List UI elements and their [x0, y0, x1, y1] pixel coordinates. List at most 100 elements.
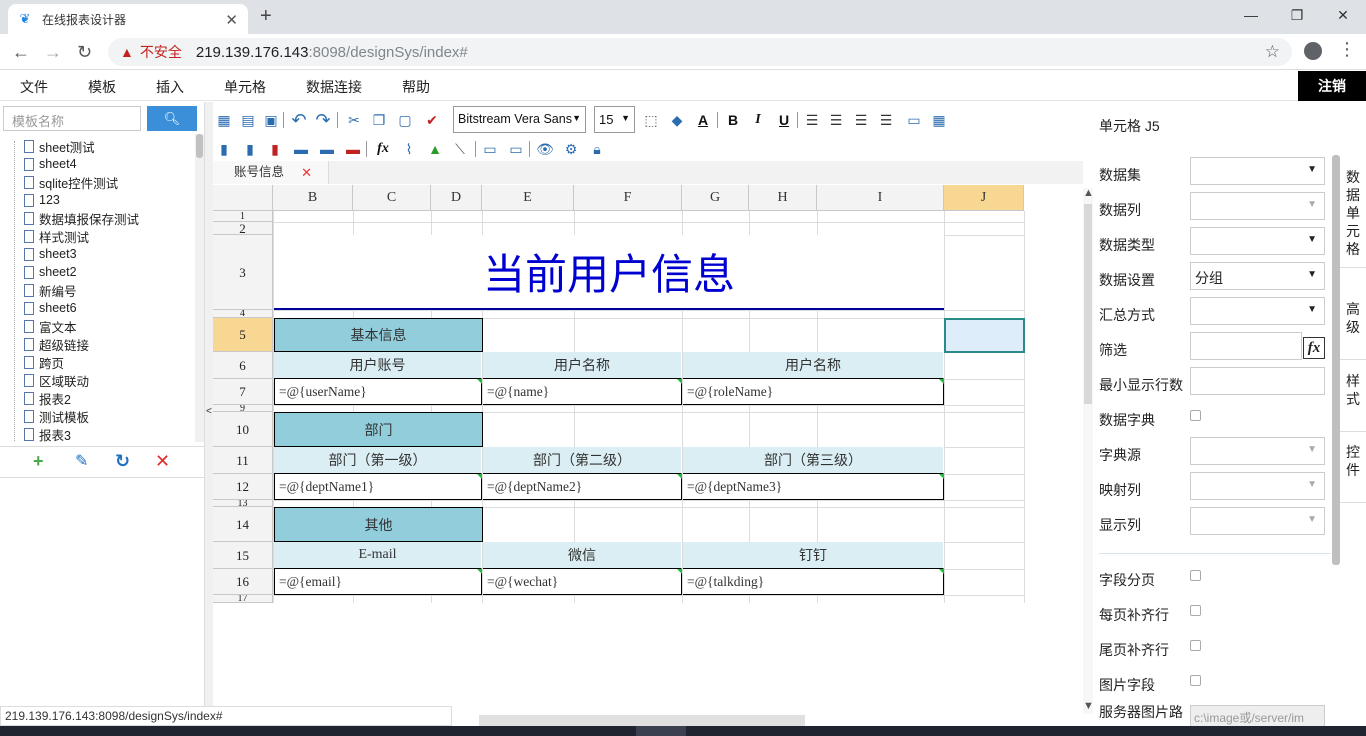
- field-expression[interactable]: =@{email}: [274, 569, 482, 595]
- panel-select[interactable]: ▼: [1190, 227, 1325, 255]
- bookmark-star-icon[interactable]: ☆: [1265, 42, 1280, 62]
- spreadsheet-grid[interactable]: B C D E F G H I J 1 2 3 4 5 6 7 9 10 11 12 13 14 15 16 17 当前用户信息基…: [213, 185, 1025, 603]
- tree-item[interactable]: 报表2: [24, 389, 71, 407]
- panel-tab-0[interactable]: 数据单元格: [1340, 168, 1366, 268]
- row-header[interactable]: 2: [213, 222, 273, 235]
- tree-scrollbar[interactable]: [195, 134, 204, 442]
- insert-row-icon[interactable]: ▬: [292, 140, 310, 158]
- row-header[interactable]: 13: [213, 500, 273, 507]
- collapse-icon[interactable]: <: [206, 406, 212, 417]
- filter-input[interactable]: [1190, 332, 1302, 360]
- row-header[interactable]: 12: [213, 474, 273, 500]
- row-header[interactable]: 14: [213, 507, 273, 542]
- align-right-icon[interactable]: ☰: [852, 111, 870, 129]
- tree-item[interactable]: sheet6: [24, 299, 77, 317]
- menu-template[interactable]: 模板: [88, 77, 116, 97]
- panel-select[interactable]: ▼: [1190, 297, 1325, 325]
- insert-row-below-icon[interactable]: ▬: [318, 140, 336, 158]
- redo-icon[interactable]: ↷: [314, 111, 332, 129]
- row-header[interactable]: 15: [213, 542, 273, 569]
- italic-icon[interactable]: I: [749, 111, 767, 129]
- sidebar-splitter[interactable]: <: [204, 102, 213, 714]
- section-header[interactable]: 部门: [274, 412, 483, 447]
- tree-item[interactable]: 样式测试: [24, 227, 89, 245]
- row-header[interactable]: 3: [213, 235, 273, 310]
- field-header[interactable]: 用户名称: [483, 352, 682, 379]
- close-tab-icon[interactable]: ✕: [225, 11, 238, 29]
- insert-table-icon[interactable]: ▦: [215, 111, 233, 129]
- field-header[interactable]: E-mail: [274, 542, 482, 569]
- delete-icon[interactable]: ✕: [155, 451, 170, 472]
- column-header[interactable]: C: [353, 185, 431, 211]
- align-left-icon[interactable]: ☰: [803, 111, 821, 129]
- paste-icon[interactable]: ▢: [396, 111, 414, 129]
- menu-help[interactable]: 帮助: [402, 77, 430, 97]
- field-expression[interactable]: =@{deptName3}: [683, 474, 944, 500]
- new-tab-icon[interactable]: +: [260, 5, 272, 28]
- tree-item[interactable]: 跨页: [24, 353, 64, 371]
- panel-tab-1[interactable]: 高级: [1340, 300, 1366, 360]
- minimize-icon[interactable]: —: [1228, 0, 1274, 30]
- field-header[interactable]: 微信: [483, 542, 682, 569]
- tree-item[interactable]: sheet3: [24, 245, 77, 263]
- menu-cell[interactable]: 单元格: [224, 77, 266, 97]
- field-header[interactable]: 部门（第二级）: [483, 447, 682, 474]
- panel-checkbox[interactable]: [1190, 605, 1201, 616]
- add-icon[interactable]: +: [33, 451, 44, 472]
- panel-select[interactable]: ▼: [1190, 507, 1325, 535]
- align-justify-icon[interactable]: ☰: [877, 111, 895, 129]
- undo-icon[interactable]: ↶: [290, 111, 308, 129]
- footer-icon[interactable]: ▭: [507, 140, 525, 158]
- format-painter-icon[interactable]: ✔: [423, 111, 441, 129]
- search-button[interactable]: 🔍︎: [147, 106, 197, 131]
- menu-data-connection[interactable]: 数据连接: [306, 77, 362, 97]
- font-size-select[interactable]: 15 ▼: [594, 106, 635, 133]
- panel-checkbox[interactable]: [1190, 675, 1201, 686]
- maximize-icon[interactable]: ❐: [1274, 0, 1320, 30]
- field-expression[interactable]: =@{deptName1}: [274, 474, 482, 500]
- fill-color-icon[interactable]: ◆: [668, 111, 686, 129]
- panel-select[interactable]: ▼: [1190, 437, 1325, 465]
- delete-col-icon[interactable]: ▮: [266, 140, 284, 158]
- panel-checkbox[interactable]: [1190, 570, 1201, 581]
- field-expression[interactable]: =@{talkding}: [683, 569, 944, 595]
- field-header[interactable]: 用户账号: [274, 352, 482, 379]
- grid-horizontal-scrollbar[interactable]: [479, 715, 805, 726]
- copy-icon[interactable]: ❐: [370, 111, 388, 129]
- row-header[interactable]: 16: [213, 569, 273, 595]
- column-header[interactable]: E: [482, 185, 574, 211]
- row-header[interactable]: 11: [213, 447, 273, 474]
- tree-item[interactable]: 区域联动: [24, 371, 89, 389]
- panel-checkbox[interactable]: [1190, 640, 1201, 651]
- new-sheet-icon[interactable]: ▤: [239, 111, 257, 129]
- report-title[interactable]: 当前用户信息: [274, 235, 944, 310]
- underline-icon[interactable]: U: [775, 111, 793, 129]
- field-header[interactable]: 用户名称: [683, 352, 944, 379]
- menu-insert[interactable]: 插入: [156, 77, 184, 97]
- line-chart-icon[interactable]: ⌇: [400, 140, 418, 158]
- grid-vertical-scrollbar[interactable]: [1083, 188, 1093, 714]
- header-icon[interactable]: ▭: [481, 140, 499, 158]
- row-header[interactable]: 5: [213, 318, 273, 352]
- field-header[interactable]: 部门（第一级）: [274, 447, 482, 474]
- row-header[interactable]: 1: [213, 211, 273, 222]
- tree-item[interactable]: sqlite控件测试: [24, 173, 118, 191]
- tree-item[interactable]: 富文本: [24, 317, 77, 335]
- tree-item[interactable]: 数据填报保存测试: [24, 209, 139, 227]
- forward-icon[interactable]: →: [44, 42, 62, 63]
- scroll-down-icon[interactable]: ▼: [1083, 700, 1094, 712]
- column-header[interactable]: D: [431, 185, 482, 211]
- cut-icon[interactable]: ✂: [345, 111, 363, 129]
- borders-icon[interactable]: ⬚: [642, 111, 660, 129]
- tree-item[interactable]: sheet4: [24, 155, 77, 173]
- url-field[interactable]: ▲ 不安全 219.139.176.143 :8098/designSys/in…: [108, 38, 1292, 66]
- align-center-icon[interactable]: ☰: [827, 111, 845, 129]
- tree-item[interactable]: sheet2: [24, 263, 77, 281]
- preview-eye-icon[interactable]: 👁︎: [536, 140, 554, 158]
- min-rows-input[interactable]: [1190, 367, 1325, 395]
- template-search-input[interactable]: 模板名称: [3, 106, 141, 131]
- panel-select[interactable]: ▼: [1190, 192, 1325, 220]
- row-header[interactable]: 6: [213, 352, 273, 379]
- area-chart-icon[interactable]: ▲: [426, 140, 444, 158]
- column-header[interactable]: I: [817, 185, 944, 211]
